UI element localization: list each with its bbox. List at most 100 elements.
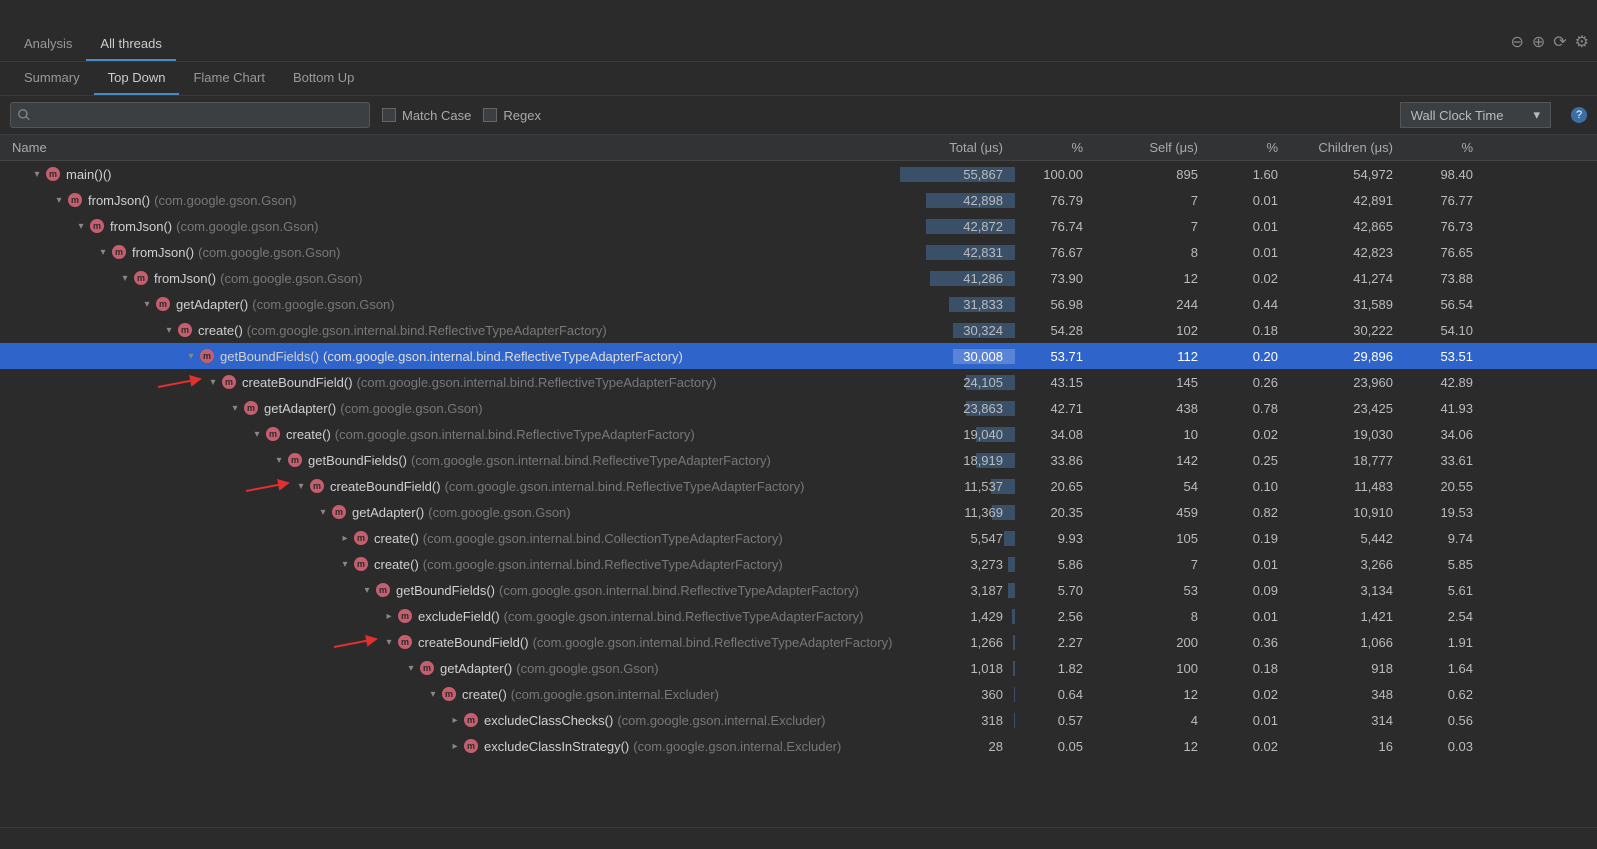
cell-total: 5,547 [900,531,1015,546]
chevron-down-icon[interactable]: ▾ [162,325,176,336]
cell-pct3: 42.89 [1405,375,1485,390]
regex-checkbox[interactable]: Regex [483,108,541,123]
method-name-cell: ▸mexcludeClassInStrategy() (com.google.g… [0,739,900,754]
chevron-down-icon[interactable]: ▾ [250,429,264,440]
tree-row[interactable]: ▾mfromJson() (com.google.gson.Gson)42,89… [0,187,1597,213]
header-pct-self[interactable]: % [1210,140,1290,155]
package-name: (com.google.gson.internal.bind.Reflectiv… [445,479,805,494]
tree-row[interactable]: ▾mgetBoundFields() (com.google.gson.inte… [0,447,1597,473]
cell-self: 244 [1095,297,1210,312]
tree-row[interactable]: ▾mgetAdapter() (com.google.gson.Gson)31,… [0,291,1597,317]
tree-row[interactable]: ▾mgetAdapter() (com.google.gson.Gson)23,… [0,395,1597,421]
minimize-icon[interactable]: ⊖ [1510,32,1523,52]
tree-row[interactable]: ▾mcreateBoundField() (com.google.gson.in… [0,473,1597,499]
cell-child: 1,421 [1290,609,1405,624]
tree-row[interactable]: ▾mcreate() (com.google.gson.internal.Exc… [0,681,1597,707]
method-name: create() [462,687,507,702]
chevron-right-icon[interactable]: ▸ [448,741,462,752]
tab-analysis[interactable]: Analysis [10,28,86,61]
cell-self: 459 [1095,505,1210,520]
tree-row[interactable]: ▾mcreate() (com.google.gson.internal.bin… [0,421,1597,447]
tree-row[interactable]: ▸mexcludeClassChecks() (com.google.gson.… [0,707,1597,733]
tree-row[interactable]: ▾mgetAdapter() (com.google.gson.Gson)11,… [0,499,1597,525]
tree-row[interactable]: ▸mexcludeClassInStrategy() (com.google.g… [0,733,1597,759]
method-icon: m [398,609,412,623]
tree-row[interactable]: ▾mcreateBoundField() (com.google.gson.in… [0,369,1597,395]
tree-row[interactable]: ▾mgetBoundFields() (com.google.gson.inte… [0,577,1597,603]
method-icon: m [464,713,478,727]
chevron-down-icon[interactable]: ▾ [228,403,242,414]
search-input[interactable] [10,102,370,128]
header-pct-children[interactable]: % [1405,140,1485,155]
tab-flame-chart[interactable]: Flame Chart [179,62,279,95]
cell-total: 1,266 [900,635,1015,650]
cell-pct3: 54.10 [1405,323,1485,338]
chevron-right-icon[interactable]: ▸ [382,611,396,622]
method-icon: m [200,349,214,363]
cell-pct1: 0.05 [1015,739,1095,754]
chevron-down-icon[interactable]: ▾ [74,221,88,232]
tree-row[interactable]: ▾mfromJson() (com.google.gson.Gson)42,83… [0,239,1597,265]
header-self[interactable]: Self (μs) [1095,140,1210,155]
chevron-down-icon[interactable]: ▾ [316,507,330,518]
header-total[interactable]: Total (μs) [900,140,1015,155]
tree-row[interactable]: ▾mgetBoundFields() (com.google.gson.inte… [0,343,1597,369]
match-case-checkbox[interactable]: Match Case [382,108,471,123]
tree-row[interactable]: ▾mmain()()55,867100.008951.6054,97298.40 [0,161,1597,187]
tree-row[interactable]: ▾mfromJson() (com.google.gson.Gson)42,87… [0,213,1597,239]
cell-self: 12 [1095,271,1210,286]
gear-icon[interactable]: ⚙ [1575,32,1589,52]
method-name-cell: ▾mfromJson() (com.google.gson.Gson) [0,245,900,260]
cell-pct3: 56.54 [1405,297,1485,312]
tree-row[interactable]: ▾mfromJson() (com.google.gson.Gson)41,28… [0,265,1597,291]
cell-total: 30,324 [900,323,1015,338]
tree-row[interactable]: ▸mcreate() (com.google.gson.internal.bin… [0,525,1597,551]
chevron-down-icon[interactable]: ▾ [30,169,44,180]
cell-pct1: 0.57 [1015,713,1095,728]
header-name[interactable]: Name [0,140,900,155]
chevron-down-icon[interactable]: ▾ [338,559,352,570]
package-name: (com.google.gson.internal.Excluder) [633,739,841,754]
chevron-down-icon[interactable]: ▾ [360,585,374,596]
cell-self: 100 [1095,661,1210,676]
chevron-down-icon[interactable]: ▾ [382,637,396,648]
chevron-down-icon[interactable]: ▾ [294,481,308,492]
tab-all-threads[interactable]: All threads [86,28,175,61]
add-icon[interactable]: ⊕ [1532,32,1545,52]
cell-pct2: 0.18 [1210,661,1290,676]
method-name-cell: ▾mfromJson() (com.google.gson.Gson) [0,193,900,208]
chevron-down-icon[interactable]: ▾ [272,455,286,466]
tab-bottom-up[interactable]: Bottom Up [279,62,368,95]
tree-row[interactable]: ▾mcreate() (com.google.gson.internal.bin… [0,317,1597,343]
chevron-down-icon[interactable]: ▾ [206,377,220,388]
chevron-down-icon[interactable]: ▾ [52,195,66,206]
chevron-down-icon[interactable]: ▾ [426,689,440,700]
time-mode-label: Wall Clock Time [1411,108,1504,123]
chevron-right-icon[interactable]: ▸ [448,715,462,726]
tree-row[interactable]: ▾mgetAdapter() (com.google.gson.Gson)1,0… [0,655,1597,681]
cell-self: 102 [1095,323,1210,338]
tab-summary[interactable]: Summary [10,62,94,95]
help-icon[interactable]: ? [1571,107,1587,123]
tree-row[interactable]: ▸mexcludeField() (com.google.gson.intern… [0,603,1597,629]
refresh-icon[interactable]: ⟳ [1553,32,1566,52]
time-mode-select[interactable]: Wall Clock Time ▾ [1400,102,1551,128]
cell-pct3: 19.53 [1405,505,1485,520]
chevron-down-icon[interactable]: ▾ [118,273,132,284]
cell-pct1: 43.15 [1015,375,1095,390]
tree-row[interactable]: ▾mcreateBoundField() (com.google.gson.in… [0,629,1597,655]
method-name-cell: ▾mgetBoundFields() (com.google.gson.inte… [0,453,900,468]
header-pct-total[interactable]: % [1015,140,1095,155]
cell-pct1: 0.64 [1015,687,1095,702]
header-children[interactable]: Children (μs) [1290,140,1405,155]
package-name: (com.google.gson.Gson) [220,271,362,286]
chevron-down-icon[interactable]: ▾ [184,351,198,362]
tab-top-down[interactable]: Top Down [94,62,180,95]
chevron-down-icon[interactable]: ▾ [96,247,110,258]
method-name: create() [374,557,419,572]
chevron-down-icon[interactable]: ▾ [140,299,154,310]
cell-pct2: 0.02 [1210,427,1290,442]
chevron-down-icon[interactable]: ▾ [404,663,418,674]
chevron-right-icon[interactable]: ▸ [338,533,352,544]
tree-row[interactable]: ▾mcreate() (com.google.gson.internal.bin… [0,551,1597,577]
